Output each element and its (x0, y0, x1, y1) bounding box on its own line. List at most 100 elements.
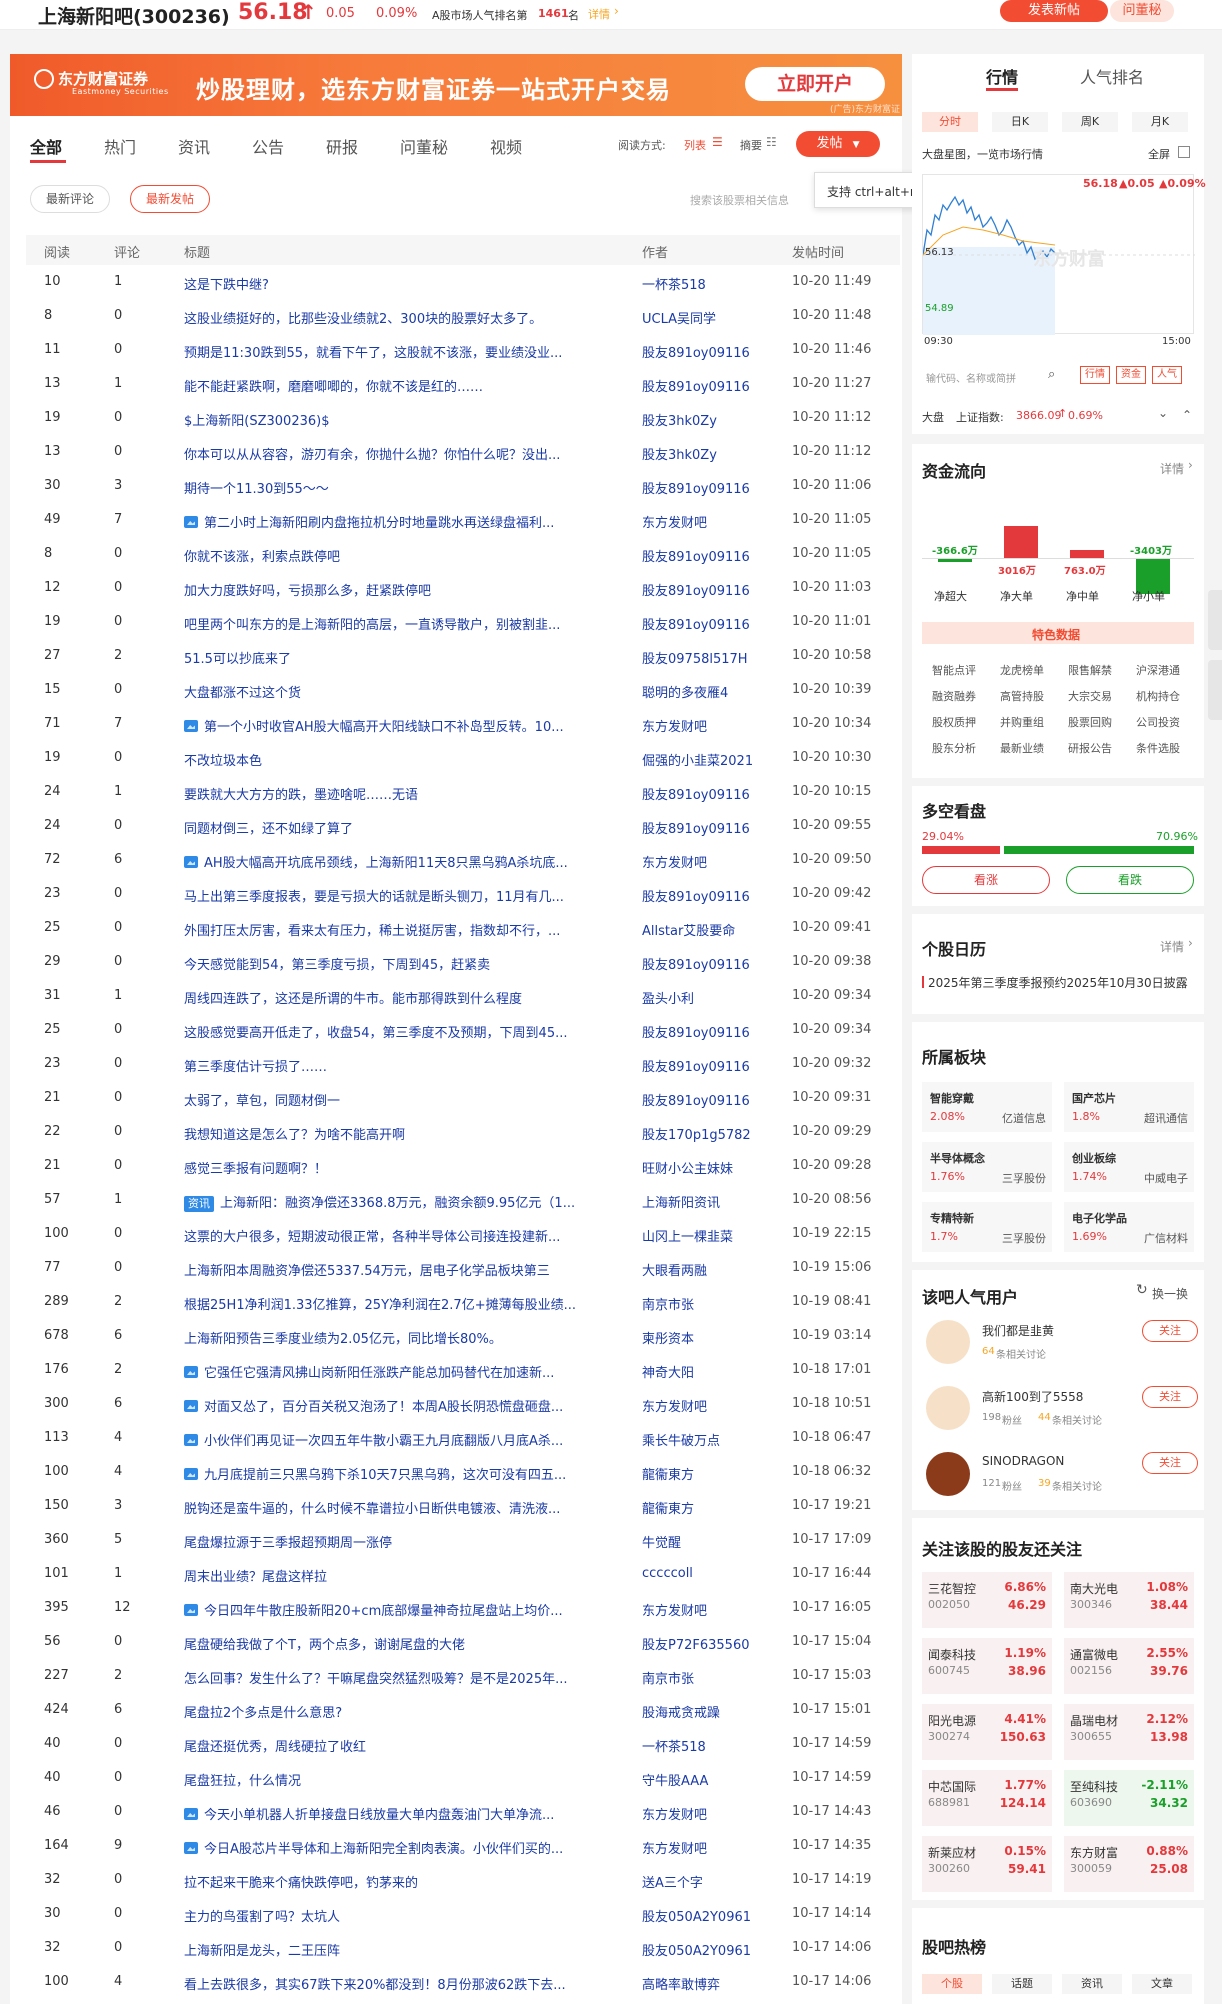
sector-card[interactable]: 电子化学品 1.69% 广信材料 (1064, 1202, 1194, 1252)
table-row[interactable]: 19 0 $上海新阳(SZ300236)$ 股友3hk0Zy 10-20 11:12 (26, 401, 900, 435)
feature-link[interactable]: 沪深港通 (1136, 662, 1180, 678)
stock-card[interactable]: 阳光电源 300274 4.41% 150.63 (922, 1704, 1052, 1760)
author-link[interactable]: 一杯茶518 (642, 274, 762, 293)
feature-link[interactable]: 限售解禁 (1068, 662, 1112, 678)
post-title-link[interactable]: AH股大幅高开坑底吊颈线，上海新阳11天8只黑乌鸦A杀坑底... (184, 852, 646, 871)
feature-link[interactable]: 股票回购 (1068, 714, 1112, 730)
author-link[interactable]: 神奇大阳 (642, 1362, 762, 1381)
avatar[interactable] (926, 1386, 970, 1430)
bull-button[interactable]: 看涨 (922, 866, 1050, 894)
calendar-more-link[interactable]: 详情 (1160, 938, 1184, 955)
feature-link[interactable]: 最新业绩 (1000, 740, 1044, 756)
table-row[interactable]: 21 0 感觉三季报有问题啊？！ 旺财小公主妹妹 10-20 09:28 (26, 1149, 900, 1183)
post-title-link[interactable]: 不改垃圾本色 (184, 750, 646, 769)
table-row[interactable]: 13 0 你本可以从从容容，游刃有余，你抛什么抛？你怕什么呢？没出... 股友3hk0… (26, 435, 900, 469)
table-row[interactable]: 227 2 怎么回事？发生什么了？干嘛尾盘突然猛烈吸筹？是不是2025年... 南京市… (26, 1659, 900, 1693)
author-link[interactable]: Allstar艾股要命 (642, 920, 762, 939)
author-link[interactable]: 旺财小公主妹妹 (642, 1158, 762, 1177)
author-link[interactable]: 股友891oy09116 (642, 342, 762, 361)
author-link[interactable]: 股友P72F635560 (642, 1634, 762, 1653)
table-row[interactable]: 49 7 第二小时上海新阳刷内盘拖拉机分时地量跳水再送绿盘福利... 东方发财吧 10-… (26, 503, 900, 537)
table-row[interactable]: 15 0 大盘都涨不过这个货 聪明的多夜雁4 10-20 10:39 (26, 673, 900, 707)
author-link[interactable]: cccccoll (642, 1566, 762, 1581)
author-link[interactable]: 南京市张 (642, 1294, 762, 1313)
table-row[interactable]: 25 0 这股感觉要高开低走了，收盘54，第三季度不及预期，下周到45... 股友89… (26, 1013, 900, 1047)
author-link[interactable]: 东方发财吧 (642, 512, 762, 531)
table-row[interactable]: 57 1 资讯 上海新阳：融资净偿还3368.8万元，融资余额9.95亿元（1... 上… (26, 1183, 900, 1217)
period-month[interactable]: 月K (1132, 112, 1188, 132)
author-link[interactable]: 股友891oy09116 (642, 954, 762, 973)
table-row[interactable]: 100 4 看上去跌很多，其实67跌下来20%都没到！8月份那波62跌下去... 高略… (26, 1965, 900, 1999)
feature-link[interactable]: 研报公告 (1068, 740, 1112, 756)
code-search-input[interactable]: 输代码、名称或简拼 (926, 370, 1016, 385)
post-title-link[interactable]: 周线四连跌了，这还是所谓的牛市。能市那得跌到什么程度 (184, 988, 646, 1007)
table-row[interactable]: 27 2 51.5可以抄底来了 股友09758l517H 10-20 10:58 (26, 639, 900, 673)
post-title-link[interactable]: 第三季度估计亏损了…… (184, 1056, 646, 1075)
feature-link[interactable]: 条件选股 (1136, 740, 1180, 756)
post-title-link[interactable]: 第一个小时收官AH股大幅高开大阳线缺口不补岛型反转。10... (184, 716, 646, 735)
stock-card[interactable]: 东方财富 300059 0.88% 25.08 (1064, 1836, 1194, 1892)
tab-hot[interactable]: 热门 (104, 134, 136, 158)
post-title-link[interactable]: 上海新阳预告三季度业绩为2.05亿元，同比增长80%。 (184, 1328, 646, 1347)
post-title-link[interactable]: 这股业绩挺好的，比那些没业绩就2、300块的股票好太多了。 (184, 308, 646, 327)
table-row[interactable]: 30 3 期待一个11.30到55～～ 股友891oy09116 10-20 11:06 (26, 469, 900, 503)
user-name[interactable]: 我们都是韭黄 (982, 1322, 1054, 1339)
table-row[interactable]: 300 6 对面又怂了，百分百关税又泡汤了！本周A股长阴恐慌盘砸盘... 东方发财吧 1… (26, 1387, 900, 1421)
author-link[interactable]: 东方发财吧 (642, 1804, 762, 1823)
quote-button[interactable]: 行情 (1080, 366, 1110, 384)
follow-button[interactable]: 关注 (1142, 1452, 1198, 1474)
author-link[interactable]: 股友050A2Y0961 (642, 1940, 762, 1959)
table-row[interactable]: 40 0 尾盘还挺优秀，周线硬拉了收红 一杯茶518 10-17 14:59 (26, 1727, 900, 1761)
post-title-link[interactable]: 这是下跌中继? (184, 274, 646, 293)
follow-button[interactable]: 关注 (1142, 1386, 1198, 1408)
post-title-link[interactable]: 同题材倒三，还不如绿了算了 (184, 818, 646, 837)
author-link[interactable]: 牛觉醒 (642, 1532, 762, 1551)
stock-card[interactable]: 三花智控 002050 6.86% 46.29 (922, 1572, 1052, 1628)
post-title-link[interactable]: 尾盘硬给我做了个T，两个点多，谢谢尾盘的大佬 (184, 1634, 646, 1653)
table-row[interactable]: 424 6 尾盘拉2个多点是什么意思? 股海戒贪戒躁 10-17 15:01 (26, 1693, 900, 1727)
post-title-link[interactable]: 要跌就大大方方的跌，墨迹啥呢……无语 (184, 784, 646, 803)
feature-link[interactable]: 并购重组 (1000, 714, 1044, 730)
author-link[interactable]: 高略率敢博弈 (642, 1974, 762, 1993)
post-title-link[interactable]: 51.5可以抄底来了 (184, 648, 646, 667)
ask-secretary-button[interactable]: 问董秘 (1110, 0, 1174, 22)
post-title-link[interactable]: 太弱了，草包，同题材倒一 (184, 1090, 646, 1109)
table-row[interactable]: 13 1 能不能赶紧跌啊，磨磨唧唧的，你就不该是红的…… 股友891oy09116 10… (26, 367, 900, 401)
post-title-link[interactable]: 吧里两个叫东方的是上海新阳的高层，一直诱导散户，别被割韭... (184, 614, 646, 633)
bear-button[interactable]: 看跌 (1066, 866, 1194, 894)
post-title-link[interactable]: 外围打压太厉害，看来太有压力，稀土说挺厉害，指数却不行，... (184, 920, 646, 939)
stock-search-input[interactable]: 搜索该股票相关信息 (690, 192, 789, 208)
avatar[interactable] (926, 1452, 970, 1496)
period-day[interactable]: 日K (992, 112, 1048, 132)
feature-link[interactable]: 股权质押 (932, 714, 976, 730)
table-row[interactable]: 30 0 主力的鸟蛋割了吗？太坑人 股友050A2Y0961 10-17 14:14 (26, 1897, 900, 1931)
period-week[interactable]: 周K (1062, 112, 1118, 132)
table-row[interactable]: 31 1 周线四连跌了，这还是所谓的牛市。能市那得跌到什么程度 盈头小利 10-20 0… (26, 979, 900, 1013)
author-link[interactable]: 股友891oy09116 (642, 818, 762, 837)
author-link[interactable]: 股友891oy09116 (642, 886, 762, 905)
stock-card[interactable]: 闻泰科技 600745 1.19% 38.96 (922, 1638, 1052, 1694)
post-title-link[interactable]: 尾盘狂拉，什么情况 (184, 1770, 646, 1789)
search-icon[interactable]: ⌕ (1048, 367, 1055, 382)
follow-button[interactable]: 关注 (1142, 1320, 1198, 1342)
sector-card[interactable]: 智能穿戴 2.08% 亿道信息 (922, 1082, 1052, 1132)
post-title-link[interactable]: 尾盘爆拉源于三季报超预期周一涨停 (184, 1532, 646, 1551)
table-row[interactable]: 164 9 今日A股芯片半导体和上海新阳完全割肉表演。小伙伴们买的... 东方发财吧 1… (26, 1829, 900, 1863)
author-link[interactable]: 股友891oy09116 (642, 614, 762, 633)
table-row[interactable]: 678 6 上海新阳预告三季度业绩为2.05亿元，同比增长80%。 柬彤资本 10-19… (26, 1319, 900, 1353)
feature-link[interactable]: 高管持股 (1000, 688, 1044, 704)
post-title-link[interactable]: 第二小时上海新阳刷内盘拖拉机分时地量跳水再送绿盘福利... (184, 512, 646, 531)
tab-research[interactable]: 研报 (326, 134, 358, 158)
post-title-link[interactable]: 能不能赶紧跌啊，磨磨唧唧的，你就不该是红的…… (184, 376, 646, 395)
table-row[interactable]: 101 1 周末出业绩？尾盘这样拉 cccccoll 10-17 16:44 (26, 1557, 900, 1591)
author-link[interactable]: 上海新阳资讯 (642, 1192, 762, 1211)
refresh-icon[interactable]: ↻ (1136, 1282, 1148, 1298)
post-title-link[interactable]: 这票的大户很多，短期波动很正常，各种半导体公司接连投建新... (184, 1226, 646, 1245)
sector-card[interactable]: 半导体概念 1.76% 三孚股份 (922, 1142, 1052, 1192)
author-link[interactable]: 股友891oy09116 (642, 1090, 762, 1109)
post-title-link[interactable]: 根据25H1净利润1.33亿推算，25Y净利润在2.7亿+摊薄每股业绩... (184, 1294, 646, 1313)
sector-card[interactable]: 专精特新 1.7% 三孚股份 (922, 1202, 1052, 1252)
stock-card[interactable]: 至纯科技 603690 -2.11% 34.32 (1064, 1770, 1194, 1826)
table-row[interactable]: 150 3 脱钩还是蛮牛逼的，什么时候不靠谱拉小日断供电镀液、清洗液... 龍衞東方 1… (26, 1489, 900, 1523)
ad-banner[interactable]: 东方财富证券 Eastmoney Securities 炒股理财，选东方财富证券… (10, 54, 902, 116)
